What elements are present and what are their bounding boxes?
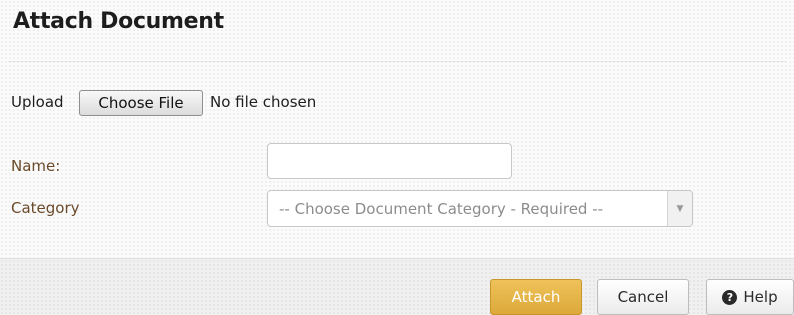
choose-file-button[interactable]: Choose File xyxy=(79,90,203,116)
name-label: Name: xyxy=(11,157,61,175)
category-selected-value: -- Choose Document Category - Required -… xyxy=(279,199,604,218)
title-divider xyxy=(8,61,786,62)
question-circle-icon: ? xyxy=(722,289,738,305)
help-button-label: Help xyxy=(743,288,778,306)
attach-document-dialog: Attach Document Upload Choose File No fi… xyxy=(0,0,794,315)
name-input[interactable] xyxy=(267,143,512,179)
category-select[interactable]: -- Choose Document Category - Required -… xyxy=(267,190,693,227)
file-status-text: No file chosen xyxy=(210,93,317,111)
upload-label: Upload xyxy=(11,93,64,111)
category-label: Category xyxy=(11,199,80,217)
dialog-title: Attach Document xyxy=(13,9,224,34)
cancel-button[interactable]: Cancel xyxy=(597,279,689,315)
attach-button[interactable]: Attach xyxy=(490,279,582,315)
caret-down-icon[interactable]: ▼ xyxy=(667,191,692,226)
help-button[interactable]: ? Help xyxy=(706,279,794,315)
